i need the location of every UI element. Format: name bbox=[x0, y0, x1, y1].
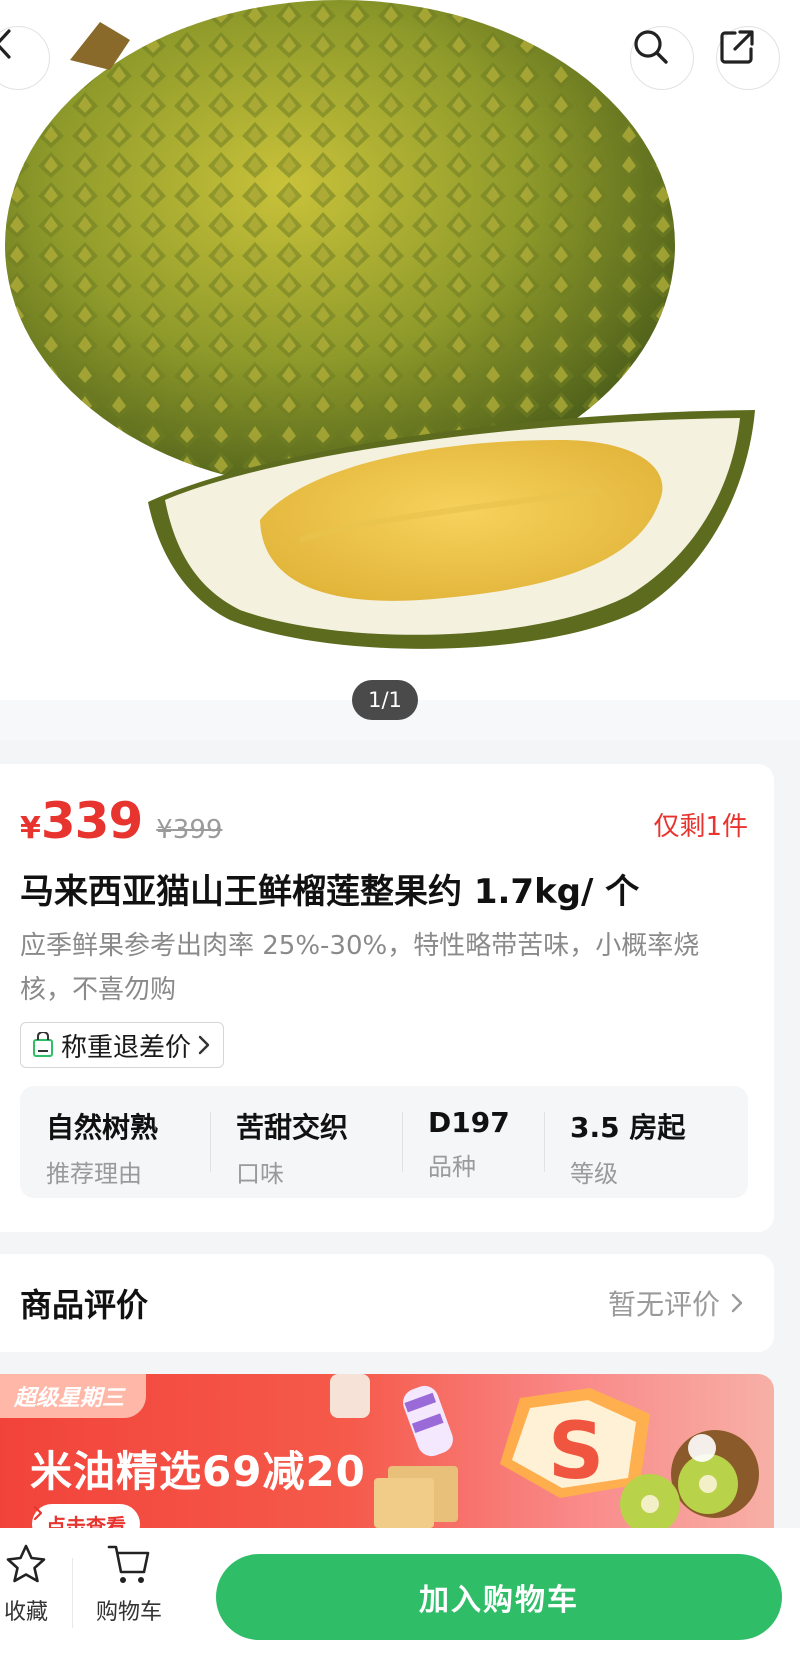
cart-label: 购物车 bbox=[96, 1600, 163, 1625]
scale-icon bbox=[33, 1032, 53, 1057]
price-row: ¥ 339 ¥399 bbox=[20, 792, 222, 850]
original-price: ¥399 bbox=[156, 815, 223, 845]
search-button[interactable] bbox=[630, 26, 694, 90]
attribute-label: 推荐理由 bbox=[46, 1160, 142, 1188]
attribute-item: D197 品种 bbox=[402, 1086, 544, 1198]
currency-symbol: ¥ bbox=[20, 811, 41, 846]
reviews-row[interactable]: 商品评价 暂无评价 bbox=[0, 1254, 774, 1352]
attribute-value: 苦甜交织 bbox=[236, 1111, 349, 1144]
bottom-action-bar: 收藏 购物车 加入购物车 bbox=[0, 1528, 800, 1658]
promo-view-label: 点击查看 bbox=[46, 1513, 126, 1529]
weigh-refund-tag[interactable]: 称重退差价 bbox=[20, 1022, 225, 1068]
promo-view-button[interactable]: 点击查看 bbox=[32, 1504, 140, 1528]
chevron-right-icon bbox=[198, 1035, 210, 1055]
product-title: 马来西亚猫山王鲜榴莲整果约 1.7kg/ 个 bbox=[20, 872, 640, 912]
reviews-status-text: 暂无评价 bbox=[607, 1288, 720, 1321]
promo-banner[interactable]: S 超级星期三 米油精选69减20 点击查看 bbox=[0, 1374, 774, 1528]
attribute-item: 自然树熟 推荐理由 bbox=[20, 1086, 210, 1198]
search-icon bbox=[634, 30, 668, 64]
attribute-label: 品种 bbox=[428, 1153, 476, 1181]
attribute-value: 3.5 房起 bbox=[570, 1111, 686, 1144]
favorite-label: 收藏 bbox=[4, 1600, 49, 1625]
share-icon bbox=[720, 30, 754, 64]
reviews-status: 暂无评价 bbox=[608, 1283, 744, 1323]
attribute-label: 等级 bbox=[570, 1160, 618, 1188]
attribute-item: 苦甜交织 口味 bbox=[210, 1086, 402, 1198]
promo-tag: 超级星期三 bbox=[0, 1374, 147, 1418]
favorite-button[interactable]: 收藏 bbox=[4, 1542, 48, 1626]
add-to-cart-button[interactable]: 加入购物车 bbox=[216, 1554, 782, 1640]
chevron-right-icon bbox=[731, 1293, 743, 1313]
current-price: 339 bbox=[40, 792, 143, 850]
attribute-value: D197 bbox=[428, 1106, 510, 1139]
cart-icon bbox=[107, 1545, 150, 1583]
chevron-right-icon bbox=[33, 1505, 43, 1521]
attribute-label: 口味 bbox=[236, 1160, 284, 1188]
stock-remaining: 仅剩1件 bbox=[653, 812, 748, 842]
weigh-refund-label: 称重退差价 bbox=[61, 1032, 192, 1063]
cart-button[interactable]: 购物车 bbox=[96, 1542, 162, 1626]
svg-text:S: S bbox=[548, 1407, 604, 1497]
promo-title: 米油精选69减20 bbox=[30, 1447, 366, 1496]
share-button[interactable] bbox=[716, 26, 780, 90]
product-attributes: 自然树熟 推荐理由 苦甜交织 口味 D197 品种 3.5 房起 等级 bbox=[20, 1086, 748, 1198]
product-image-gallery[interactable]: 1/1 bbox=[0, 0, 800, 740]
product-info-card: ¥ 339 ¥399 仅剩1件 马来西亚猫山王鲜榴莲整果约 1.7kg/ 个 应… bbox=[0, 764, 774, 1232]
star-icon bbox=[6, 1544, 46, 1583]
image-pager-indicator: 1/1 bbox=[352, 680, 418, 720]
attribute-value: 自然树熟 bbox=[46, 1111, 159, 1144]
chevron-left-icon bbox=[0, 29, 11, 59]
durian-image bbox=[0, 0, 800, 740]
product-description: 应季鲜果参考出肉率 25%-30%，特性略带苦味，小概率烧核，不喜勿购 bbox=[20, 931, 700, 1005]
divider bbox=[72, 1558, 73, 1628]
attribute-item: 3.5 房起 等级 bbox=[544, 1086, 744, 1198]
reviews-title: 商品评价 bbox=[20, 1286, 149, 1324]
